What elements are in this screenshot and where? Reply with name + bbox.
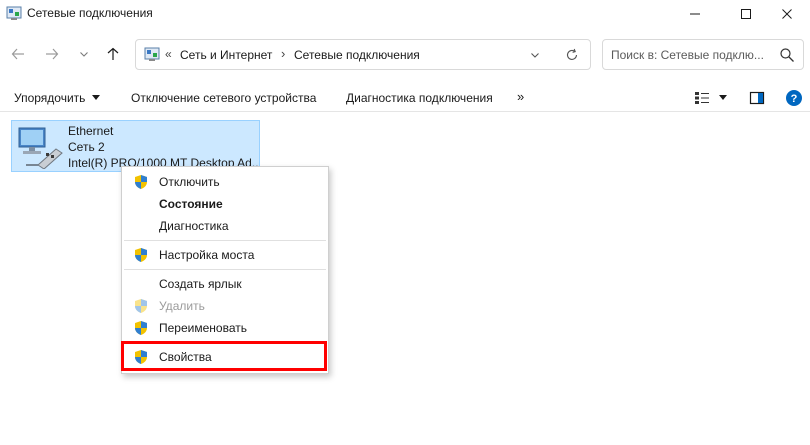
minimize-button[interactable] [672,0,718,28]
chevron-down-icon [80,52,88,57]
breadcrumb-network-connections[interactable]: Сетевые подключения [294,48,420,62]
arrow-left-icon [11,48,24,60]
arrow-right-icon [46,48,59,60]
minimize-icon [690,13,700,15]
svg-text:?: ? [791,93,798,105]
menu-separator [124,269,326,270]
diagnose-connection-button[interactable]: Диагностика подключения [346,91,493,105]
menu-label-status: Состояние [159,197,223,211]
maximize-icon [741,9,751,19]
recent-locations-button[interactable] [72,42,96,66]
breadcrumb-network-internet[interactable]: Сеть и Интернет [180,48,272,62]
menu-label-disable: Отключить [159,175,220,189]
organize-button[interactable]: Упорядочить [14,91,85,105]
menu-item-bridge[interactable]: Настройка моста [124,244,326,265]
disable-device-button[interactable]: Отключение сетевого устройства [131,91,316,105]
organize-caret-icon[interactable] [92,95,100,100]
back-button[interactable] [6,42,30,66]
maximize-button[interactable] [723,0,769,28]
uac-shield-icon [135,321,147,335]
menu-item-delete: Удалить [124,295,326,316]
network-connections-icon [144,47,160,61]
close-icon [782,9,792,19]
adapter-name: Ethernet [68,124,114,138]
uac-shield-icon [135,350,147,364]
breadcrumb-separator[interactable]: › [281,46,285,61]
change-view-icon[interactable] [694,91,710,105]
uac-shield-icon [135,175,147,189]
refresh-icon [566,48,578,60]
menu-item-diagnose[interactable]: Диагностика [124,215,326,236]
menu-label-diagnose: Диагностика [159,219,229,233]
view-options-caret-icon[interactable] [719,95,727,100]
address-bar[interactable]: « Сеть и Интернет › Сетевые подключения [135,39,591,70]
network-adapter-icon [18,127,63,169]
arrow-up-icon [107,47,119,60]
command-bar: Упорядочить Отключение сетевого устройст… [0,84,810,112]
title-bar: Сетевые подключения [0,0,810,28]
menu-item-properties[interactable]: Свойства [124,346,326,367]
refresh-button[interactable] [562,45,582,65]
menu-label-properties: Свойства [159,350,212,364]
window-title: Сетевые подключения [27,6,153,20]
menu-separator [124,240,326,241]
up-button[interactable] [101,42,125,66]
chevron-down-icon [531,53,539,58]
adapter-network: Сеть 2 [68,140,105,154]
uac-shield-icon [135,299,147,313]
search-icon [780,48,794,62]
network-adapter-item[interactable]: Ethernet Сеть 2 Intel(R) PRO/1000 MT Des… [11,120,260,172]
menu-label-bridge: Настройка моста [159,248,255,262]
menu-item-rename[interactable]: Переименовать [124,317,326,338]
help-icon[interactable]: ? [785,89,803,107]
preview-pane-icon[interactable] [749,90,765,106]
menu-label-create-shortcut: Создать ярлык [159,277,242,291]
menu-separator [124,342,326,343]
context-menu: Отключить Состояние Диагностика Настройк… [121,166,329,374]
menu-label-delete: Удалить [159,299,205,313]
navigation-bar: « Сеть и Интернет › Сетевые подключения … [0,34,810,74]
menu-item-status[interactable]: Состояние [124,193,326,214]
address-overflow-chevron[interactable]: « [165,47,172,61]
close-button[interactable] [764,0,810,28]
search-placeholder: Поиск в: Сетевые подклю... [611,48,764,62]
address-history-dropdown[interactable] [526,46,544,64]
more-commands-button[interactable]: » [517,89,524,104]
menu-label-rename: Переименовать [159,321,247,335]
forward-button[interactable] [40,42,64,66]
network-connections-icon [6,6,22,20]
menu-item-create-shortcut[interactable]: Создать ярлык [124,273,326,294]
menu-item-disable[interactable]: Отключить [124,171,326,192]
uac-shield-icon [135,248,147,262]
search-input[interactable]: Поиск в: Сетевые подклю... [602,39,804,70]
